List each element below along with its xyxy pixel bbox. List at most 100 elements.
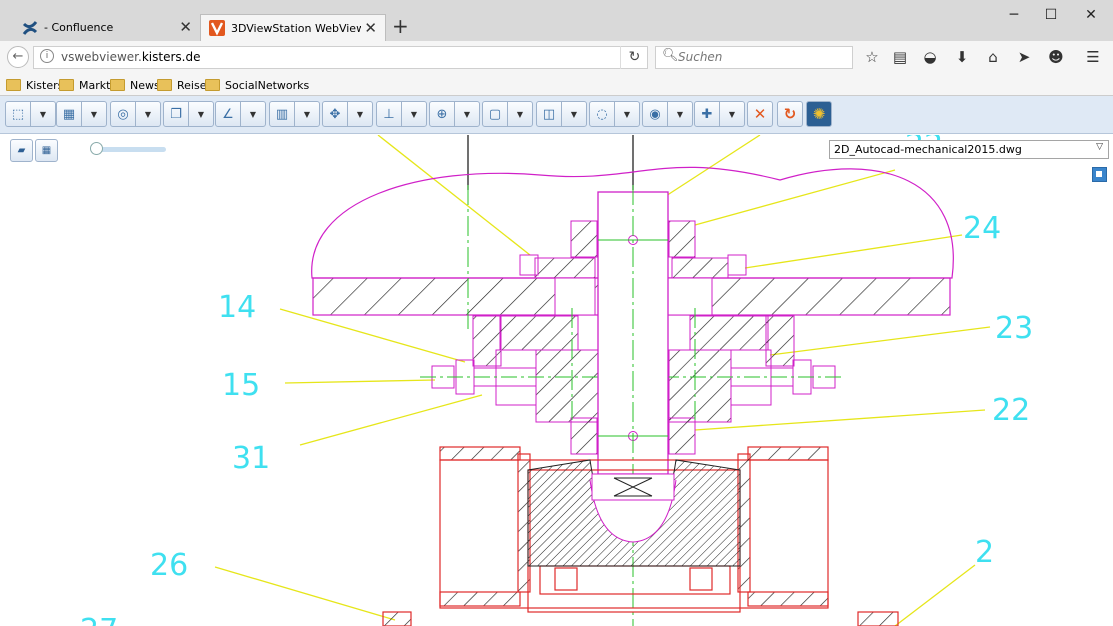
balloon-label: 15 [222,368,260,403]
bookmark-markt[interactable]: Markt [59,77,110,93]
material-icon[interactable]: ◉ [643,102,667,126]
close-window-button[interactable]: ✕ [1074,6,1108,24]
section-icon[interactable]: ▥ [270,102,294,126]
search-placeholder: Suchen [678,50,723,64]
explode-button[interactable]: ✺ [806,101,832,127]
dropdown-arrow-icon[interactable]: ▼ [454,102,479,126]
file-select[interactable]: 2D_Autocad-mechanical2015.dwg ▽ [829,140,1109,159]
tab-confluence[interactable]: - Confluence ✕ [14,14,200,41]
dropdown-arrow-icon[interactable]: ▼ [507,102,532,126]
solid-box-icon[interactable]: ◫ [537,102,561,126]
camera-icon[interactable]: ◎ [111,102,135,126]
bookmark-label: Reise [177,78,207,92]
refresh-icon: ↻ [783,105,797,123]
dropdown-arrow-icon[interactable]: ▼ [667,102,692,126]
back-button[interactable]: ← [7,46,29,68]
pocket-icon[interactable]: ◒ [918,46,942,69]
toolbar-group-move[interactable]: ✚ ▼ [694,101,745,127]
toolbar-group-material[interactable]: ◉ ▼ [642,101,693,127]
cad-drawing[interactable]: 22 24 14 23 15 22 31 26 2 27 [0,135,1113,626]
toolbar-group-transform[interactable]: ✥ ▼ [322,101,373,127]
toolbar-group-zoom[interactable]: ⊕ ▼ [429,101,480,127]
url-text[interactable]: vswebviewer.kisters.de [61,50,200,64]
tiles-button[interactable]: ▦ [35,139,58,162]
selected-file-value: 2D_Autocad-mechanical2015.dwg [834,143,1022,156]
minimize-button[interactable]: ─ [997,6,1031,24]
toolbar-group-wireframe-box[interactable]: ▢ ▼ [482,101,533,127]
toolbar-group-axis[interactable]: ⊥ ▼ [376,101,427,127]
download-icon[interactable]: ⬇ [950,46,974,69]
dropdown-arrow-icon[interactable]: ▼ [347,102,372,126]
balloon-label: 23 [995,311,1033,346]
url-subdomain: vswebviewer. [61,50,142,64]
toolbar-group-render-mode[interactable]: ▦ ▼ [56,101,107,127]
tab-3dviewstation[interactable]: 3DViewStation WebViewer... ✕ [200,14,386,41]
chevron-down-icon: ▽ [1096,142,1103,152]
dropdown-arrow-icon[interactable]: ▼ [401,102,426,126]
folder-icon [6,79,21,91]
dropdown-arrow-icon[interactable]: ▼ [719,102,744,126]
toolbar-group-select[interactable]: ⬚ ▼ [5,101,56,127]
bookmark-news[interactable]: News [110,77,160,93]
menu-icon[interactable]: ☰ [1081,46,1105,69]
folder-icon [157,79,172,91]
reload-icon: ↻ [628,49,641,65]
balloon-label: 31 [232,441,270,476]
dropdown-arrow-icon[interactable]: ▼ [81,102,106,126]
search-icon: 🔍︎ [662,48,679,63]
markup-icon[interactable]: ◌ [590,102,614,126]
new-tab-button[interactable]: + [392,16,409,36]
zoom-slider-track[interactable] [96,147,166,152]
toolbar-group-camera[interactable]: ◎ ▼ [110,101,161,127]
maximize-button[interactable]: ☐ [1034,6,1068,24]
folder-icon [205,79,220,91]
toolbar-group-section[interactable]: ▥ ▼ [269,101,320,127]
views-icon[interactable]: ❐ [164,102,188,126]
bookmark-star-icon[interactable]: ☆ [860,46,884,69]
select-icon[interactable]: ⬚ [6,102,30,126]
bookmark-label: Kisters [26,78,64,92]
cad-viewport[interactable]: 22 24 14 23 15 22 31 26 2 27 [0,135,1113,626]
info-icon[interactable]: i [40,49,54,63]
dropdown-arrow-icon[interactable]: ▼ [135,102,160,126]
dropdown-arrow-icon[interactable]: ▼ [240,102,265,126]
emoji-icon[interactable]: ☻ [1044,46,1068,69]
folder-icon [110,79,125,91]
toolbar-group-views[interactable]: ❐ ▼ [163,101,214,127]
arrow-left-icon: ← [12,49,24,64]
refresh-button[interactable]: ↻ [777,101,803,127]
reset-button[interactable]: ✕ [747,101,773,127]
dropdown-arrow-icon[interactable]: ▼ [30,102,55,126]
render-mode-icon[interactable]: ▦ [57,102,81,126]
reading-list-icon[interactable]: ▤ [888,46,912,69]
measure-angle-icon[interactable]: ∠ [216,102,240,126]
wireframe-box-icon[interactable]: ▢ [483,102,507,126]
zoom-icon[interactable]: ⊕ [430,102,454,126]
bookmark-socialnetworks[interactable]: SocialNetworks [205,77,309,93]
dropdown-arrow-icon[interactable]: ▼ [294,102,319,126]
bookmark-kisters[interactable]: Kisters [6,77,63,93]
toolbar-group-measure-angle[interactable]: ∠ ▼ [215,101,266,127]
transform-icon[interactable]: ✥ [323,102,347,126]
toolbar-group-markup[interactable]: ◌ ▼ [589,101,640,127]
open-file-button[interactable]: ▰ [10,139,33,162]
toolbar-group-solid-box[interactable]: ◫ ▼ [536,101,587,127]
reload-button[interactable]: ↻ [620,46,648,69]
balloon-label: 27 [80,613,118,626]
dropdown-arrow-icon[interactable]: ▼ [614,102,639,126]
bookmark-label: News [130,78,160,92]
close-tab-icon[interactable]: ✕ [179,18,192,36]
send-icon[interactable]: ➤ [1012,46,1036,69]
confluence-icon [22,20,38,35]
balloon-label: 14 [218,290,256,325]
dropdown-arrow-icon[interactable]: ▼ [561,102,586,126]
axis-icon[interactable]: ⊥ [377,102,401,126]
zoom-slider-handle[interactable] [90,142,103,155]
close-tab-icon[interactable]: ✕ [364,19,377,37]
dropdown-arrow-icon[interactable]: ▼ [188,102,213,126]
home-icon[interactable]: ⌂ [981,46,1005,69]
move-icon[interactable]: ✚ [695,102,719,126]
fullscreen-toggle-button[interactable] [1092,167,1107,182]
bookmark-label: Markt [79,78,111,92]
bookmark-reise[interactable]: Reise [157,77,206,93]
